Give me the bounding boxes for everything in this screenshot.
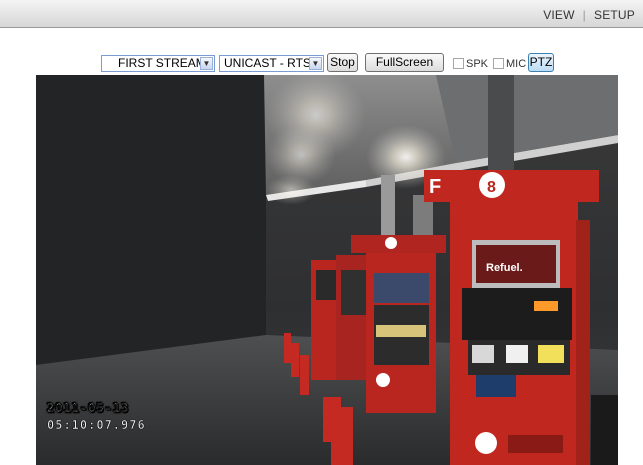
- pump-refuel-sign: Refuel.: [486, 262, 523, 274]
- video-feed[interactable]: F 8 Refuel. 2011-05-13 05:10:07.976: [36, 75, 618, 465]
- top-nav: VIEW | SETUP: [543, 8, 635, 22]
- mic-checkbox[interactable]: [493, 58, 504, 69]
- ptz-button[interactable]: PTZ: [528, 53, 554, 72]
- protocol-select[interactable]: UNICAST - RTSP ▼: [219, 55, 324, 72]
- stream-select[interactable]: FIRST STREAM ▼: [101, 55, 215, 72]
- stream-toolbar: FIRST STREAM ▼ UNICAST - RTSP ▼ Stop Ful…: [0, 52, 643, 74]
- osd-date: 2011-05-13: [47, 401, 129, 415]
- chevron-down-icon[interactable]: ▼: [309, 57, 322, 70]
- spk-label: SPK: [466, 58, 489, 70]
- protocol-select-value: UNICAST - RTSP: [224, 56, 319, 70]
- fullscreen-button[interactable]: FullScreen: [365, 53, 444, 72]
- top-bar: VIEW | SETUP: [0, 0, 643, 28]
- camera-frame: F 8 Refuel. 2011-05-13 05:10:07.976: [36, 75, 618, 465]
- osd-time: 05:10:07.976: [47, 418, 146, 432]
- spk-checkbox[interactable]: [453, 58, 464, 69]
- pump-brand-letter: F: [429, 176, 441, 198]
- chevron-down-icon[interactable]: ▼: [200, 57, 213, 70]
- nav-separator: |: [582, 8, 586, 22]
- nav-view-link[interactable]: VIEW: [543, 8, 574, 22]
- nav-setup-link[interactable]: SETUP: [594, 8, 635, 22]
- pump-number-near: 8: [487, 179, 496, 196]
- stream-select-value: FIRST STREAM: [118, 56, 206, 70]
- mic-label: MIC: [506, 58, 527, 70]
- stop-button[interactable]: Stop: [327, 53, 358, 72]
